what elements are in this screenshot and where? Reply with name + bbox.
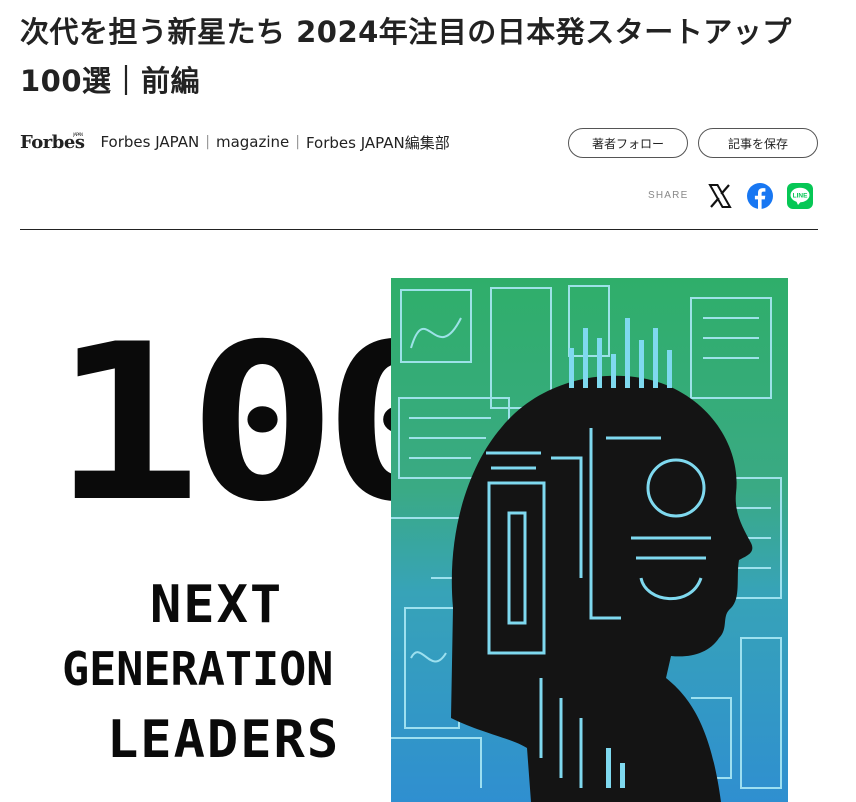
line-icon[interactable]: LINE <box>787 183 813 209</box>
facebook-icon[interactable] <box>747 183 773 209</box>
hero-illustration <box>391 278 788 802</box>
header-divider <box>20 229 818 230</box>
article-title: 次代を担う新星たち 2024年注目の日本発スタートアップ100選｜前編 <box>20 15 792 98</box>
x-icon[interactable] <box>707 183 733 209</box>
hero-line-generation: GENERATION <box>62 642 334 696</box>
separator: | <box>295 134 300 150</box>
publication-link[interactable]: Forbes JAPAN <box>100 133 199 151</box>
byline: Forbes JAPAN Forbes JAPAN | magazine | Fo… <box>20 130 450 154</box>
separator: | <box>205 134 210 150</box>
save-article-button[interactable]: 記事を保存 <box>698 128 818 158</box>
follow-author-button[interactable]: 著者フォロー <box>568 128 688 158</box>
share-label: SHARE <box>648 190 689 201</box>
hero-typography: 100 NEXT GENERATION LEADERS <box>20 250 473 802</box>
author-link[interactable]: Forbes JAPAN編集部 <box>306 132 450 153</box>
hero-line-next: NEXT <box>150 575 284 635</box>
section-link[interactable]: magazine <box>216 133 289 151</box>
forbes-logo[interactable]: Forbes JAPAN <box>20 132 85 153</box>
svg-text:LINE: LINE <box>793 193 808 200</box>
hero-line-leaders: LEADERS <box>107 710 341 770</box>
